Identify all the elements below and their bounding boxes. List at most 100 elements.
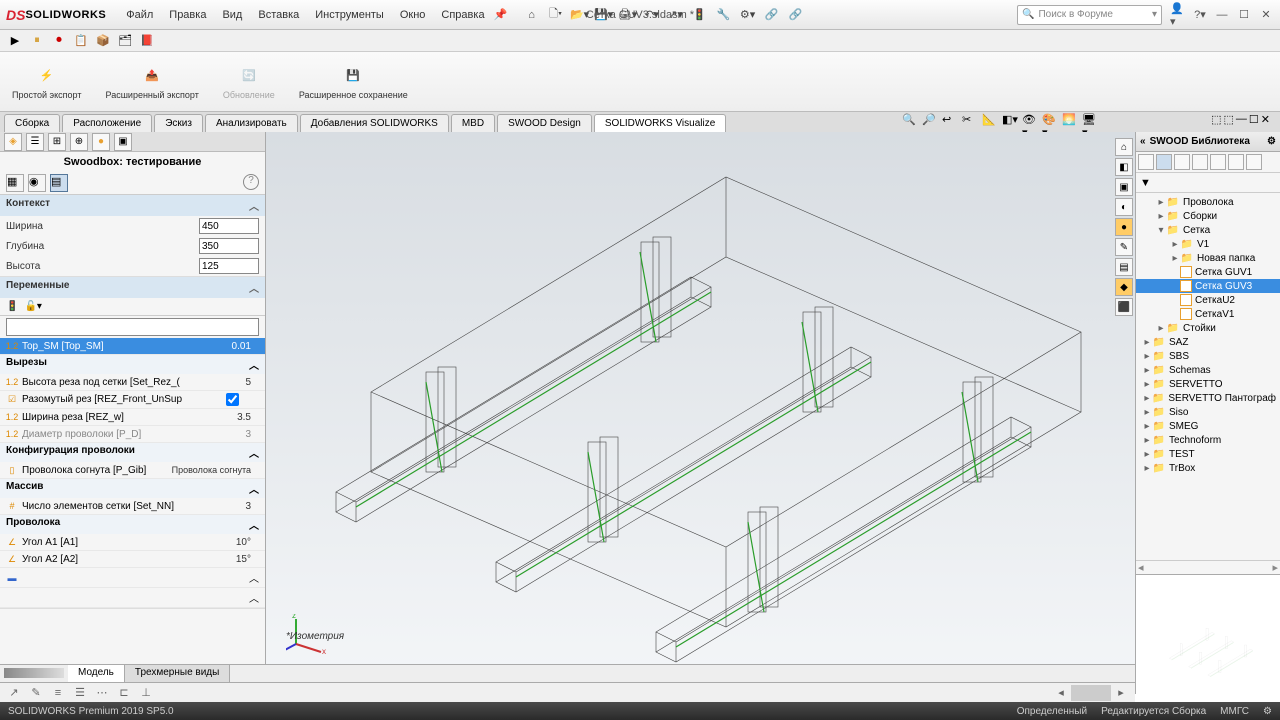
link2-icon[interactable]: 🔗 — [785, 5, 807, 25]
options-icon[interactable]: ⚙▾ — [737, 5, 759, 25]
scene-icon[interactable]: 🌅 — [1062, 113, 1080, 131]
angle-a1[interactable]: ∠Угол A1 [A1]10° — [0, 534, 265, 551]
lib-item-SERVETTO-Пантограф[interactable]: ▸SERVETTO Пантограф — [1136, 391, 1280, 405]
side-icon-7[interactable]: ▤ — [1115, 258, 1133, 276]
lib-item-Technoform[interactable]: ▸Technoform — [1136, 433, 1280, 447]
tree-tab-icon[interactable]: ◈ — [4, 133, 22, 151]
lib-tab-4[interactable] — [1192, 154, 1208, 170]
library-filter[interactable]: ▼ — [1136, 173, 1280, 193]
section-context[interactable]: Контекст︿ — [0, 195, 265, 216]
lib-item-СеткаV1[interactable]: СеткаV1 — [1136, 307, 1280, 321]
wire-diameter[interactable]: 1.2Диаметр проволоки [P_D]3 — [0, 426, 265, 443]
lib-item-V1[interactable]: ▸V1 — [1136, 237, 1280, 251]
lib-tab-2[interactable] — [1156, 154, 1172, 170]
subtab-1[interactable]: ▦ — [6, 174, 24, 192]
bt-1[interactable]: ↗ — [6, 685, 22, 701]
width-input[interactable] — [199, 218, 259, 234]
lib-item-SAZ[interactable]: ▸SAZ — [1136, 335, 1280, 349]
minimize-icon[interactable]: — — [1214, 7, 1230, 23]
subtab-3[interactable]: ▤ — [50, 174, 68, 192]
close-icon[interactable]: ✕ — [1258, 7, 1274, 23]
help-button[interactable]: ? — [243, 174, 259, 190]
scroll-l[interactable]: ◂ — [1053, 685, 1069, 701]
cut-open[interactable]: ☑Разомутый рез [REZ_Front_UnSup — [0, 391, 265, 409]
tab-3dviews[interactable]: Трехмерные виды — [125, 665, 230, 682]
tab-model[interactable]: Модель — [68, 665, 125, 682]
status-defined[interactable]: Определенный — [1017, 706, 1087, 717]
section-icon[interactable]: ✂ — [962, 113, 980, 131]
library-settings-icon[interactable]: ⚙ — [1267, 136, 1276, 147]
lib-item-SBS[interactable]: ▸SBS — [1136, 349, 1280, 363]
ribbon-update[interactable]: 🔄 Обновление — [217, 55, 281, 108]
side-icon-3[interactable]: ▣ — [1115, 178, 1133, 196]
pane-btn1[interactable]: ⬚ — [1211, 113, 1221, 126]
lib-tab-7[interactable] — [1246, 154, 1262, 170]
lib-item-TEST[interactable]: ▸TEST — [1136, 447, 1280, 461]
side-icon-4[interactable]: ◐ — [1115, 198, 1133, 216]
display-tab-icon[interactable]: ⊞ — [48, 133, 66, 151]
qat-icon-3[interactable]: 🗂 — [116, 32, 134, 50]
user-icon[interactable]: 👤▾ — [1170, 7, 1186, 23]
lib-item-Сборки[interactable]: ▸Сборки — [1136, 209, 1280, 223]
move-tab-icon[interactable]: ⊕ — [70, 133, 88, 151]
pane-close[interactable]: ✕ — [1261, 113, 1270, 126]
tab-mbd[interactable]: MBD — [451, 114, 495, 132]
zoom-fit-icon[interactable]: 🔍 — [902, 113, 920, 131]
menu-window[interactable]: Окно — [392, 5, 434, 25]
qat-icon-1[interactable]: 📋 — [72, 32, 90, 50]
lib-item-СеткаU2[interactable]: СеткаU2 — [1136, 293, 1280, 307]
bt-7[interactable]: ⊥ — [138, 685, 154, 701]
lib-item-Siso[interactable]: ▸Siso — [1136, 405, 1280, 419]
menu-insert[interactable]: Вставка — [250, 5, 307, 25]
cut-open-checkbox[interactable] — [226, 393, 239, 406]
subsection-cuts[interactable]: Вырезы︿ — [0, 355, 265, 374]
lib-item-Schemas[interactable]: ▸Schemas — [1136, 363, 1280, 377]
pane-btn2[interactable]: ⬚ — [1224, 113, 1234, 126]
home-icon[interactable]: ⌂ — [521, 5, 543, 25]
view-cube-icon[interactable]: 📐 — [982, 113, 1000, 131]
menu-help[interactable]: Справка — [433, 5, 492, 25]
lib-item-Сетка[interactable]: ▾Сетка — [1136, 223, 1280, 237]
tab-visualize[interactable]: SOLIDWORKS Visualize — [594, 114, 726, 132]
scroll-track[interactable] — [1071, 685, 1111, 701]
side-icon-1[interactable]: ⌂ — [1115, 138, 1133, 156]
collapse-icon[interactable]: « — [1140, 136, 1146, 147]
maximize-icon[interactable]: ☐ — [1236, 7, 1252, 23]
lib-tab-1[interactable] — [1138, 154, 1154, 170]
wire-bent[interactable]: ▯Проволока согнута [P_Gib]Проволока согн… — [0, 462, 265, 479]
depth-input[interactable] — [199, 238, 259, 254]
menu-view[interactable]: Вид — [214, 5, 250, 25]
record-icon[interactable]: ⏺ — [50, 32, 68, 50]
ribbon-simple-export[interactable]: ⚡ Простой экспорт — [6, 55, 87, 108]
empty-row[interactable]: ︿ — [0, 588, 265, 608]
cut-height[interactable]: 1.2Высота реза под сетки [Set_Rez_(5 — [0, 374, 265, 391]
subsection-wire-config[interactable]: Конфигурация проволоки︿ — [0, 443, 265, 462]
new-icon[interactable]: 🗋▾ — [545, 5, 567, 25]
lib-item-SMEG[interactable]: ▸SMEG — [1136, 419, 1280, 433]
qat-icon-2[interactable]: 📦 — [94, 32, 112, 50]
scroll-r[interactable]: ▸ — [1113, 685, 1129, 701]
custom-tab-icon[interactable]: ▣ — [114, 133, 132, 151]
status-units[interactable]: ММГС — [1220, 706, 1249, 717]
help-icon[interactable]: ?▾ — [1192, 7, 1208, 23]
side-icon-5[interactable]: ● — [1115, 218, 1133, 236]
viewport[interactable]: z x *Изометрия ⌂ ◧ ▣ ◐ ● ✎ ▤ ◆ ⬛ — [266, 132, 1135, 694]
menu-tools[interactable]: Инструменты — [307, 5, 392, 25]
side-icon-6[interactable]: ✎ — [1115, 238, 1133, 256]
ribbon-advanced-export[interactable]: 📤 Расширенный экспорт — [99, 55, 204, 108]
bt-5[interactable]: ⋯ — [94, 685, 110, 701]
height-input[interactable] — [199, 258, 259, 274]
menu-file[interactable]: Файл — [118, 5, 161, 25]
side-icon-2[interactable]: ◧ — [1115, 158, 1133, 176]
appearance-icon[interactable]: 🎨▾ — [1042, 113, 1060, 131]
lib-item-Сетка-GUV1[interactable]: Сетка GUV1 — [1136, 265, 1280, 279]
view-settings-icon[interactable]: 🖥▾ — [1082, 113, 1100, 131]
cut-width[interactable]: 1.2Ширина реза [REZ_w]3.5 — [0, 409, 265, 426]
tab-evaluate[interactable]: Анализировать — [205, 114, 298, 132]
side-icon-8[interactable]: ◆ — [1115, 278, 1133, 296]
menu-edit[interactable]: Правка — [161, 5, 214, 25]
bt-3[interactable]: ≡ — [50, 685, 66, 701]
subsection-wire[interactable]: Проволока︿ — [0, 515, 265, 534]
lib-item-TrBox[interactable]: ▸TrBox — [1136, 461, 1280, 475]
tab-layout[interactable]: Расположение — [62, 114, 152, 132]
